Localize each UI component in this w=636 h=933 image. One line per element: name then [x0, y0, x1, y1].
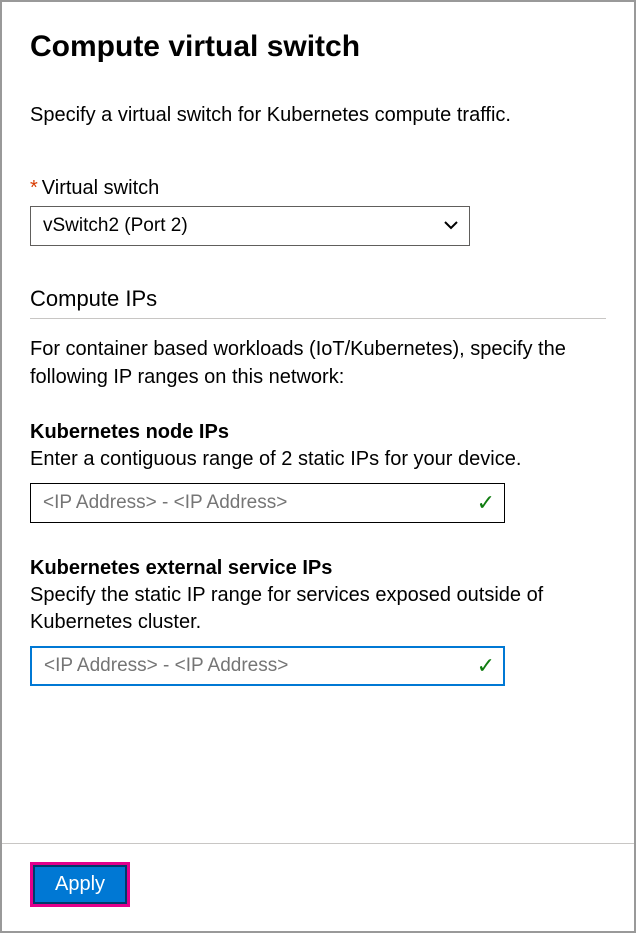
- footer-bar: Apply: [2, 843, 634, 931]
- service-ips-input[interactable]: [30, 646, 505, 686]
- node-ips-description: Enter a contiguous range of 2 static IPs…: [30, 446, 606, 473]
- service-ips-label: Kubernetes external service IPs: [30, 557, 606, 580]
- service-ips-description: Specify the static IP range for services…: [30, 582, 606, 636]
- compute-ips-header: Compute IPs: [30, 286, 606, 319]
- virtual-switch-label: *Virtual switch: [30, 177, 606, 200]
- compute-ips-description: For container based workloads (IoT/Kuber…: [30, 335, 606, 391]
- required-indicator: *: [30, 177, 38, 199]
- virtual-switch-label-text: Virtual switch: [42, 177, 159, 199]
- node-ips-label: Kubernetes node IPs: [30, 421, 606, 444]
- page-title: Compute virtual switch: [30, 30, 606, 64]
- virtual-switch-select[interactable]: [30, 206, 470, 246]
- node-ips-input[interactable]: [30, 483, 505, 523]
- apply-button-highlight: Apply: [30, 862, 130, 907]
- apply-button[interactable]: Apply: [33, 865, 127, 904]
- page-subtitle: Specify a virtual switch for Kubernetes …: [30, 104, 606, 127]
